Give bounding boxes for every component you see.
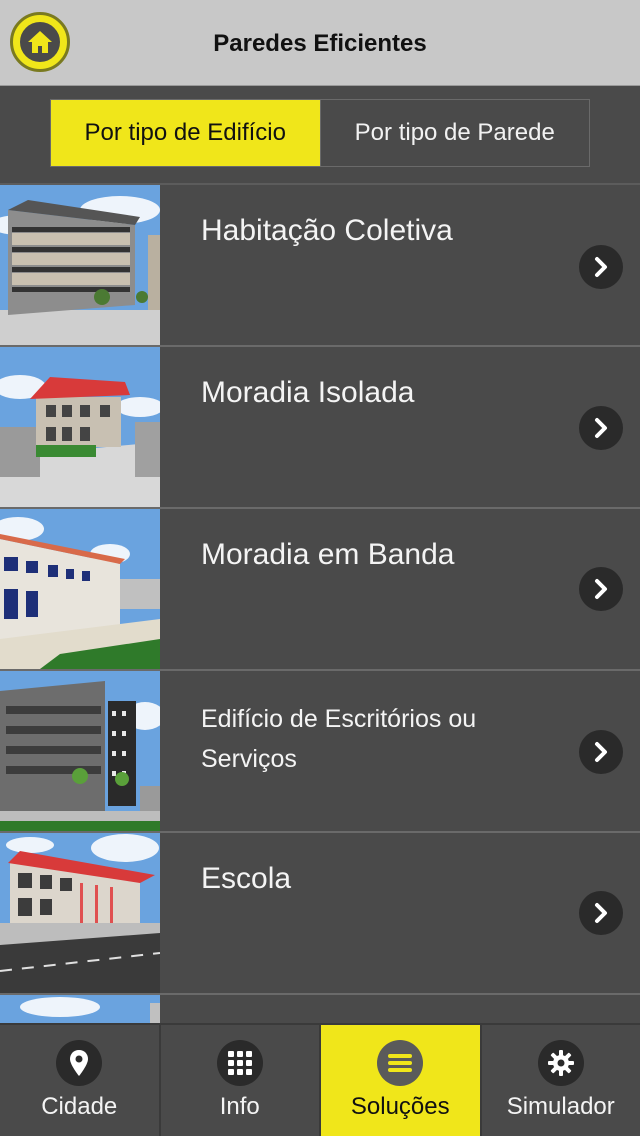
list-item-partial xyxy=(0,995,640,1023)
building-type-list: Habitação Coletiva Moradia Isolada Morad… xyxy=(0,185,640,1023)
tab-label: Simulador xyxy=(506,1093,615,1120)
list-item-habitacao-coletiva[interactable]: Habitação Coletiva xyxy=(0,185,640,347)
list-item-edificio-escritorios[interactable]: Edifício de Escritórios ou Serviços xyxy=(0,671,640,833)
list-icon xyxy=(377,1040,424,1086)
gear-icon xyxy=(537,1040,584,1086)
partial-thumbnail xyxy=(0,995,160,1023)
list-item-moradia-em-banda[interactable]: Moradia em Banda xyxy=(0,509,640,671)
office-building-thumbnail xyxy=(0,671,160,831)
tab-simulador[interactable]: Simulador xyxy=(482,1025,640,1136)
tab-label: Info xyxy=(219,1093,260,1120)
list-item-label: Edifício de Escritórios ou Serviços xyxy=(201,705,477,773)
chevron-right-icon[interactable] xyxy=(579,730,623,774)
row-houses-thumbnail xyxy=(0,509,160,669)
map-pin-icon xyxy=(56,1040,103,1086)
building-wall-segment-control: Por tipo de Edifício Por tipo de Parede xyxy=(50,99,590,167)
chevron-right-icon[interactable] xyxy=(579,567,623,611)
list-item-escola[interactable]: Escola xyxy=(0,833,640,995)
segment-by-wall-type[interactable]: Por tipo de Parede xyxy=(319,100,589,166)
segment-by-building-type[interactable]: Por tipo de Edifício xyxy=(51,100,320,166)
chevron-right-icon[interactable] xyxy=(579,891,623,935)
grid-icon xyxy=(216,1040,263,1086)
list-item-label: Moradia Isolada xyxy=(201,376,415,409)
chevron-right-icon[interactable] xyxy=(579,406,623,450)
list-item-label: Moradia em Banda xyxy=(201,538,455,571)
list-item-moradia-isolada[interactable]: Moradia Isolada xyxy=(0,347,640,509)
bottom-tab-bar: Cidade Info Soluções Simulador xyxy=(0,1023,640,1136)
tab-info[interactable]: Info xyxy=(161,1025,321,1136)
detached-house-thumbnail xyxy=(0,347,160,507)
app-screen: Paredes Eficientes Por tipo de Edifício … xyxy=(0,0,640,1136)
header-bar: Paredes Eficientes xyxy=(0,0,640,86)
list-item-label: Escola xyxy=(201,862,292,895)
tab-cidade[interactable]: Cidade xyxy=(0,1025,161,1136)
tab-label: Soluções xyxy=(350,1093,450,1120)
list-item-label: Habitação Coletiva xyxy=(201,214,453,247)
page-title: Paredes Eficientes xyxy=(213,30,427,57)
tab-solucoes[interactable]: Soluções xyxy=(321,1025,482,1136)
tab-label: Cidade xyxy=(41,1093,118,1120)
chevron-right-icon[interactable] xyxy=(579,245,623,289)
apartment-building-thumbnail xyxy=(0,185,160,345)
school-thumbnail xyxy=(0,833,160,993)
